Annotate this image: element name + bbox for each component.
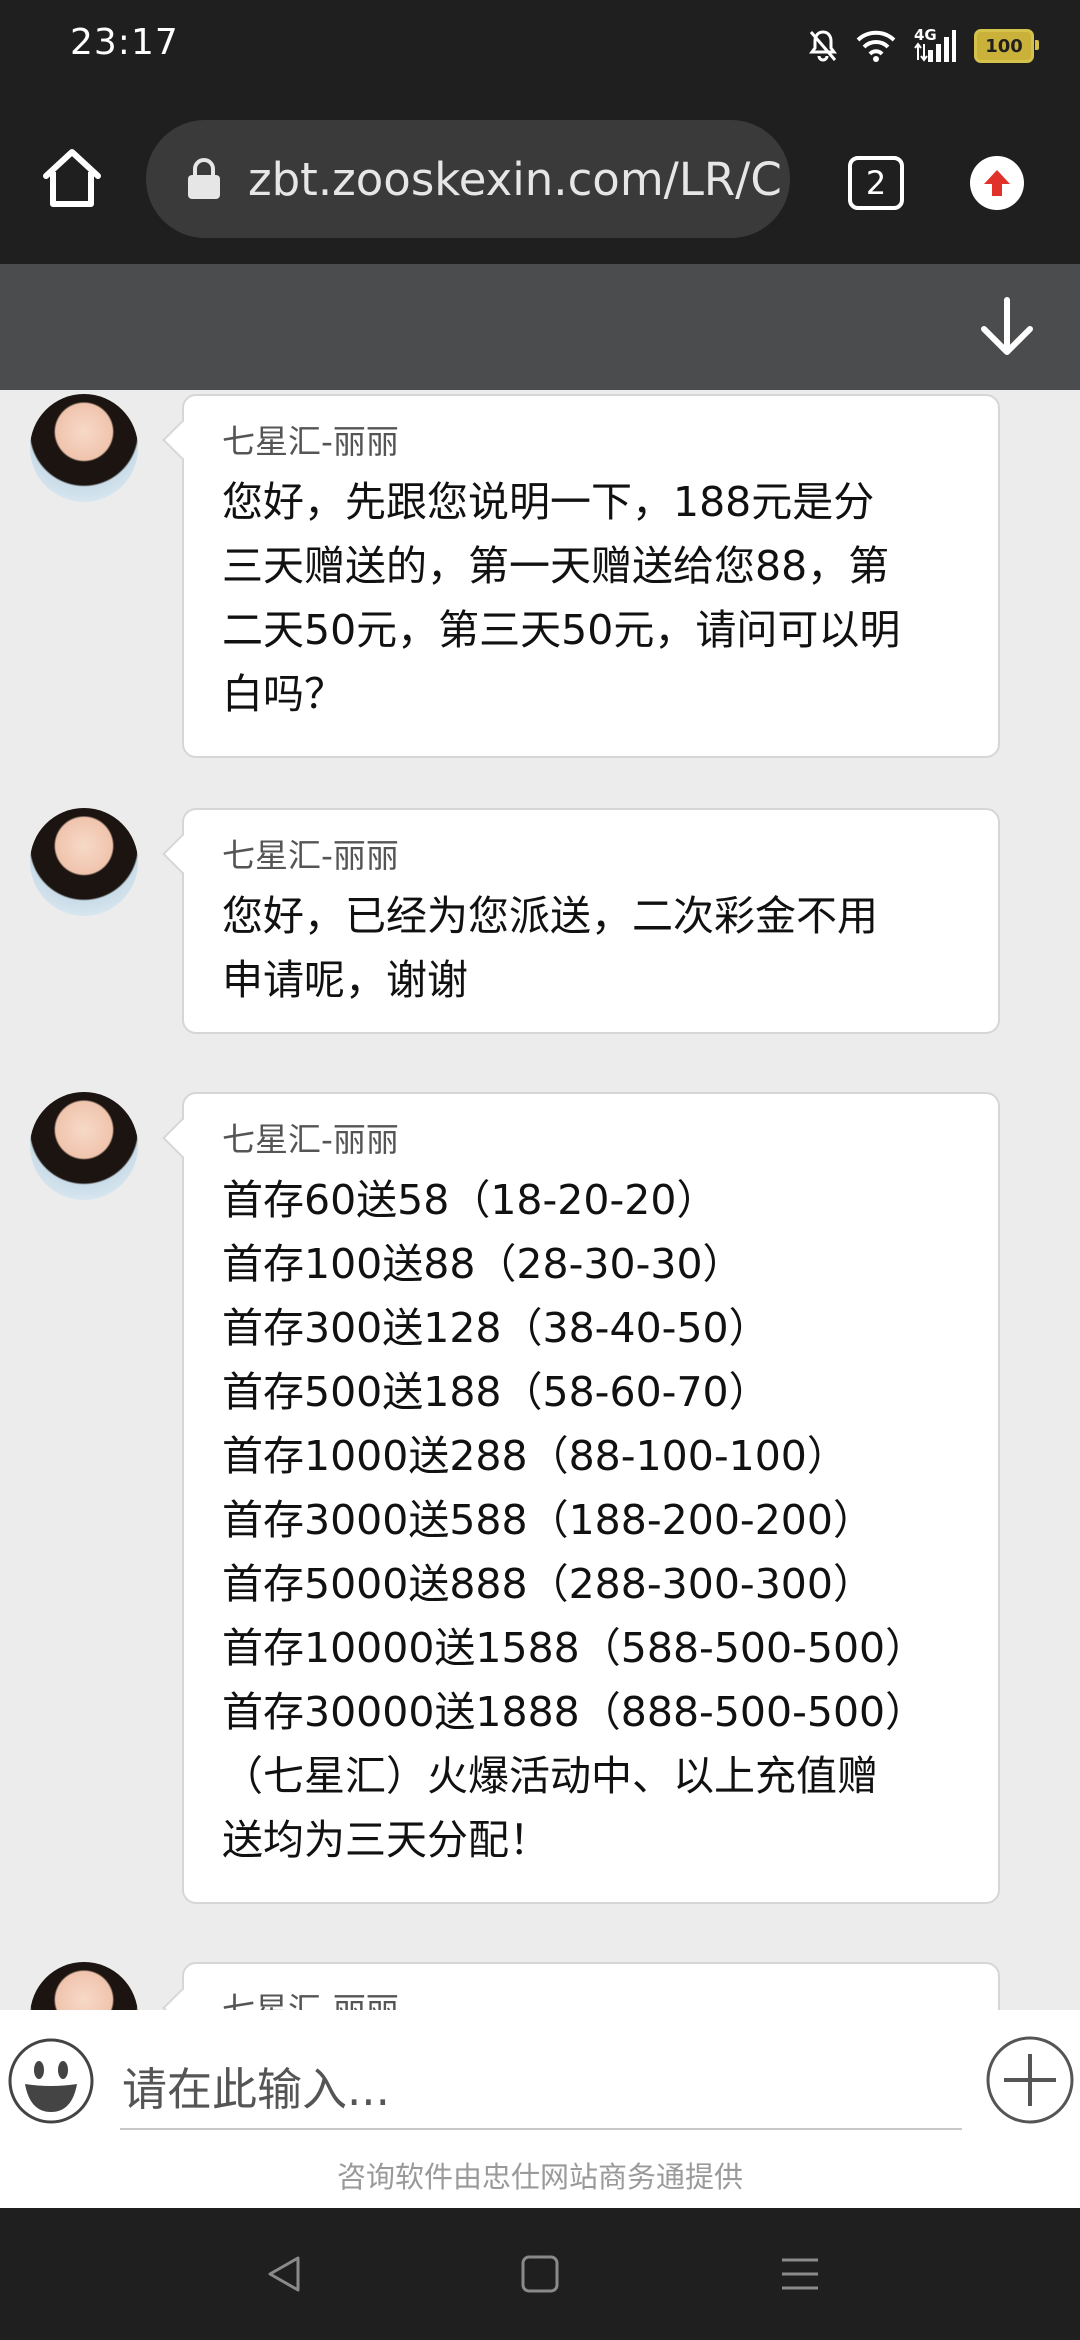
battery-icon: 100 — [974, 29, 1039, 63]
message-sender: 七星汇-丽丽 — [222, 836, 399, 875]
message-bubble: 七星汇-丽丽 首存60送58（18-20-20） 首存100送88（28-30-… — [182, 1092, 1000, 1904]
system-nav-bar — [0, 2208, 1080, 2340]
message-bubble: 七星汇-丽丽 — [182, 1962, 1000, 2010]
lock-icon — [188, 158, 220, 199]
tab-switcher-button[interactable]: 2 — [848, 156, 904, 210]
plus-icon[interactable] — [986, 2036, 1074, 2124]
update-icon[interactable] — [970, 156, 1024, 210]
status-bar: 23:17 4G 100 — [0, 0, 1080, 96]
home-icon[interactable] — [38, 144, 106, 212]
agent-avatar — [30, 808, 138, 916]
message-text: 您好，先跟您说明一下，188元是分 三天赠送的，第一天赠送给您88，第 二天50… — [222, 478, 901, 718]
agent-avatar — [30, 1092, 138, 1200]
bell-muted-icon — [809, 30, 837, 62]
status-icons: 4G 100 — [808, 26, 1039, 66]
chat-header — [0, 264, 1080, 390]
browser-toolbar: zbt.zooskexin.com/LR/C 2 — [0, 96, 1080, 264]
arrow-up-icon — [984, 170, 1010, 196]
message-text: 您好，已经为您派送，二次彩金不用 申请呢，谢谢 — [222, 892, 878, 1004]
chat-messages[interactable]: 七星汇-丽丽 您好，先跟您说明一下，188元是分 三天赠送的，第一天赠送给您88… — [0, 390, 1080, 2010]
status-time: 23:17 — [70, 22, 179, 63]
message-bubble: 七星汇-丽丽 您好，先跟您说明一下，188元是分 三天赠送的，第一天赠送给您88… — [182, 394, 1000, 758]
message-sender: 七星汇-丽丽 — [222, 1990, 399, 2010]
wifi-icon — [856, 30, 896, 62]
cell-signal-icon: 4G — [914, 26, 956, 64]
back-icon[interactable] — [262, 2252, 306, 2296]
message-text: 首存60送58（18-20-20） 首存100送88（28-30-30） 首存3… — [222, 1176, 927, 1864]
message-bubble: 七星汇-丽丽 您好，已经为您派送，二次彩金不用 申请呢，谢谢 — [182, 808, 1000, 1034]
message-sender: 七星汇-丽丽 — [222, 422, 399, 461]
emoji-icon[interactable] — [8, 2038, 94, 2124]
arrow-down-icon[interactable] — [974, 294, 1040, 360]
agent-avatar — [30, 1962, 138, 2010]
agent-avatar — [30, 394, 138, 502]
chat-input-bar: 咨询软件由忠仕网站商务通提供 — [0, 2010, 1080, 2208]
url-text: zbt.zooskexin.com/LR/C — [248, 152, 782, 206]
message-sender: 七星汇-丽丽 — [222, 1120, 399, 1159]
message-input[interactable] — [120, 2050, 962, 2130]
menu-icon[interactable] — [778, 2252, 822, 2296]
service-credit: 咨询软件由忠仕网站商务通提供 — [336, 2160, 743, 2194]
home-nav-icon[interactable] — [518, 2252, 562, 2296]
address-bar[interactable]: zbt.zooskexin.com/LR/C — [146, 120, 790, 238]
